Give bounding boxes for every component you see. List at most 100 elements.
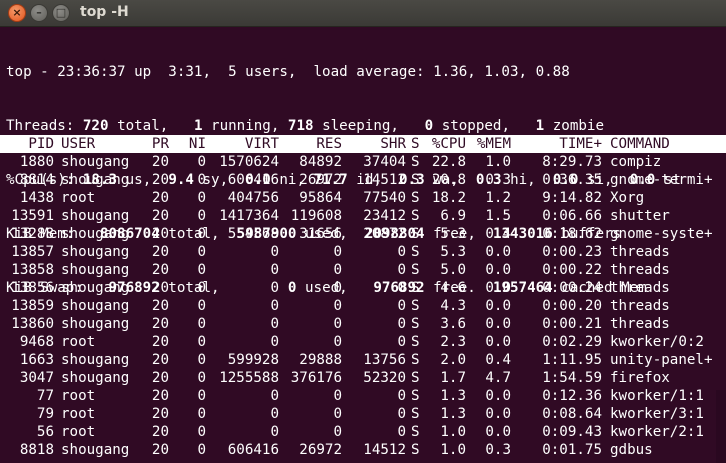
shr-cell: 37404 (363, 154, 406, 170)
table-row[interactable]: 13288 shougang 20 0 554568 31656 20872 S 5.3 0.4 0… (0, 225, 726, 243)
table-row[interactable]: 1880 shougang 20 0 1570624 84892 37404 S 22.8 1.0… (0, 153, 726, 171)
mem-cell: 0.0 (485, 388, 511, 404)
shr-cell: 14512 (363, 442, 406, 458)
ni-cell: 0 (197, 406, 206, 422)
shr-cell: 77540 (363, 190, 406, 206)
command-cell: threads (610, 298, 670, 314)
ni-cell: 0 (197, 370, 206, 386)
pid-cell: 56 (36, 424, 54, 440)
virt-cell: 404756 (227, 190, 279, 206)
close-icon[interactable]: × (8, 4, 26, 22)
minimize-icon[interactable]: – (30, 4, 48, 22)
state-cell: S (411, 226, 420, 242)
col-res: RES (316, 136, 342, 152)
table-row[interactable]: 13858 shougang 20 0 0 0 0 S 5.0 0.0 0:00.22 threads (0, 261, 726, 279)
time-cell: 0:00.23 (542, 244, 602, 260)
shr-cell: 0 (397, 388, 406, 404)
mem-cell: 0.0 (485, 262, 511, 278)
user-cell: root (61, 334, 96, 350)
table-row[interactable]: 1663 shougang 20 0 599928 29888 13756 S 2.0 0.4 1:… (0, 351, 726, 369)
table-row[interactable]: 79 root 20 0 0 0 0 S 1.3 0.0 0:08.64 kworker/3:1 (0, 405, 726, 423)
table-row[interactable]: 8818 shougang 20 0 606416 26972 14512 S 1.0 0.3 0:… (0, 441, 726, 459)
table-header[interactable]: PID USER PR NI VIRT RES SHR S %CPU %MEM … (0, 135, 726, 153)
command-prompt-line[interactable] (0, 117, 726, 135)
time-cell: 0:36.35 (542, 172, 602, 188)
mem-cell: 0.0 (485, 424, 511, 440)
mem-cell: 0.4 (485, 352, 511, 368)
ni-cell: 0 (197, 442, 206, 458)
ni-cell: 0 (197, 226, 206, 242)
virt-cell: 599928 (227, 352, 279, 368)
mem-cell: 0.3 (485, 172, 511, 188)
mem-cell: 0.4 (485, 226, 511, 242)
state-cell: S (411, 334, 420, 350)
user-cell: shougang (61, 226, 130, 242)
state-cell: S (411, 190, 420, 206)
title-bar[interactable]: × – □ top -H (0, 0, 726, 27)
time-cell: 1:11.95 (542, 352, 602, 368)
user-cell: shougang (61, 172, 130, 188)
command-cell: firefox (610, 370, 670, 386)
res-cell: 0 (333, 262, 342, 278)
user-cell: shougang (61, 262, 130, 278)
col-cpu: %CPU (431, 136, 466, 152)
shr-cell: 20872 (363, 226, 406, 242)
pid-cell: 79 (36, 406, 54, 422)
table-row[interactable]: 8814 shougang 20 0 606416 26972 14512 S 20.8 0.3 0… (0, 171, 726, 189)
pid-cell: 1880 (19, 154, 54, 170)
pr-cell: 20 (151, 190, 169, 206)
cpu-cell: 2.3 (440, 334, 466, 350)
table-row[interactable]: 13857 shougang 20 0 0 0 0 S 5.3 0.0 0:00.23 threads (0, 243, 726, 261)
table-row[interactable]: 13591 shougang 20 0 1417364 119608 23412 S 6.9 1.… (0, 207, 726, 225)
mem-cell: 1.5 (485, 208, 511, 224)
res-cell: 376176 (290, 370, 342, 386)
table-row[interactable]: 56 root 20 0 0 0 0 S 1.0 0.0 0:09.43 kworker/2:1 (0, 423, 726, 441)
shr-cell: 0 (397, 262, 406, 278)
mem-cell: 0.0 (485, 406, 511, 422)
cpu-cell: 20.8 (431, 172, 466, 188)
pr-cell: 20 (151, 388, 169, 404)
res-cell: 0 (333, 298, 342, 314)
pr-cell: 20 (151, 424, 169, 440)
user-cell: shougang (61, 154, 130, 170)
command-cell: kworker/3:1 (610, 406, 704, 422)
virt-cell: 606416 (227, 172, 279, 188)
table-row[interactable]: 13860 shougang 20 0 0 0 0 S 3.6 0.0 0:00.21 threads (0, 315, 726, 333)
cpu-cell: 3.6 (440, 316, 466, 332)
shr-cell: 0 (397, 424, 406, 440)
pr-cell: 20 (151, 316, 169, 332)
table-row[interactable]: 77 root 20 0 0 0 0 S 1.3 0.0 0:12.36 kworker/1:1 (0, 387, 726, 405)
table-row[interactable]: 1438 root 20 0 404756 95864 77540 S 18.2 1.2 9:14.… (0, 189, 726, 207)
mem-cell: 4.7 (485, 370, 511, 386)
maximize-icon[interactable]: □ (52, 4, 70, 22)
res-cell: 31656 (299, 226, 342, 242)
ni-cell: 0 (197, 298, 206, 314)
table-row[interactable]: 9468 root 20 0 0 0 0 S 2.3 0.0 0:02.29 kworker/0:2 (0, 333, 726, 351)
res-cell: 0 (333, 244, 342, 260)
res-cell: 0 (333, 406, 342, 422)
ni-cell: 0 (197, 154, 206, 170)
pid-cell: 13856 (11, 280, 54, 296)
col-mem: %MEM (476, 136, 511, 152)
col-s: S (411, 136, 420, 152)
state-cell: S (411, 442, 420, 458)
user-cell: root (61, 190, 96, 206)
cpu-cell: 18.2 (431, 190, 466, 206)
mem-cell: 0.0 (485, 316, 511, 332)
pid-cell: 13857 (11, 244, 54, 260)
pid-cell: 13858 (11, 262, 54, 278)
command-cell: threads (610, 262, 670, 278)
table-row[interactable]: 13856 shougang 20 0 0 0 0 S 4.6 0.0 0:00.24 threads (0, 279, 726, 297)
ni-cell: 0 (197, 334, 206, 350)
process-table: PID USER PR NI VIRT RES SHR S %CPU %MEM … (0, 135, 726, 459)
table-row[interactable]: 13859 shougang 20 0 0 0 0 S 4.3 0.0 0:00.20 threads (0, 297, 726, 315)
mem-cell: 1.0 (485, 154, 511, 170)
pr-cell: 20 (151, 370, 169, 386)
pid-cell: 3047 (19, 370, 54, 386)
scrollbar[interactable] (716, 390, 726, 463)
pr-cell: 20 (151, 406, 169, 422)
res-cell: 29888 (299, 352, 342, 368)
ni-cell: 0 (197, 262, 206, 278)
table-row[interactable]: 3047 shougang 20 0 1255588 376176 52320 S 1.7 4.7… (0, 369, 726, 387)
virt-cell: 0 (270, 406, 279, 422)
